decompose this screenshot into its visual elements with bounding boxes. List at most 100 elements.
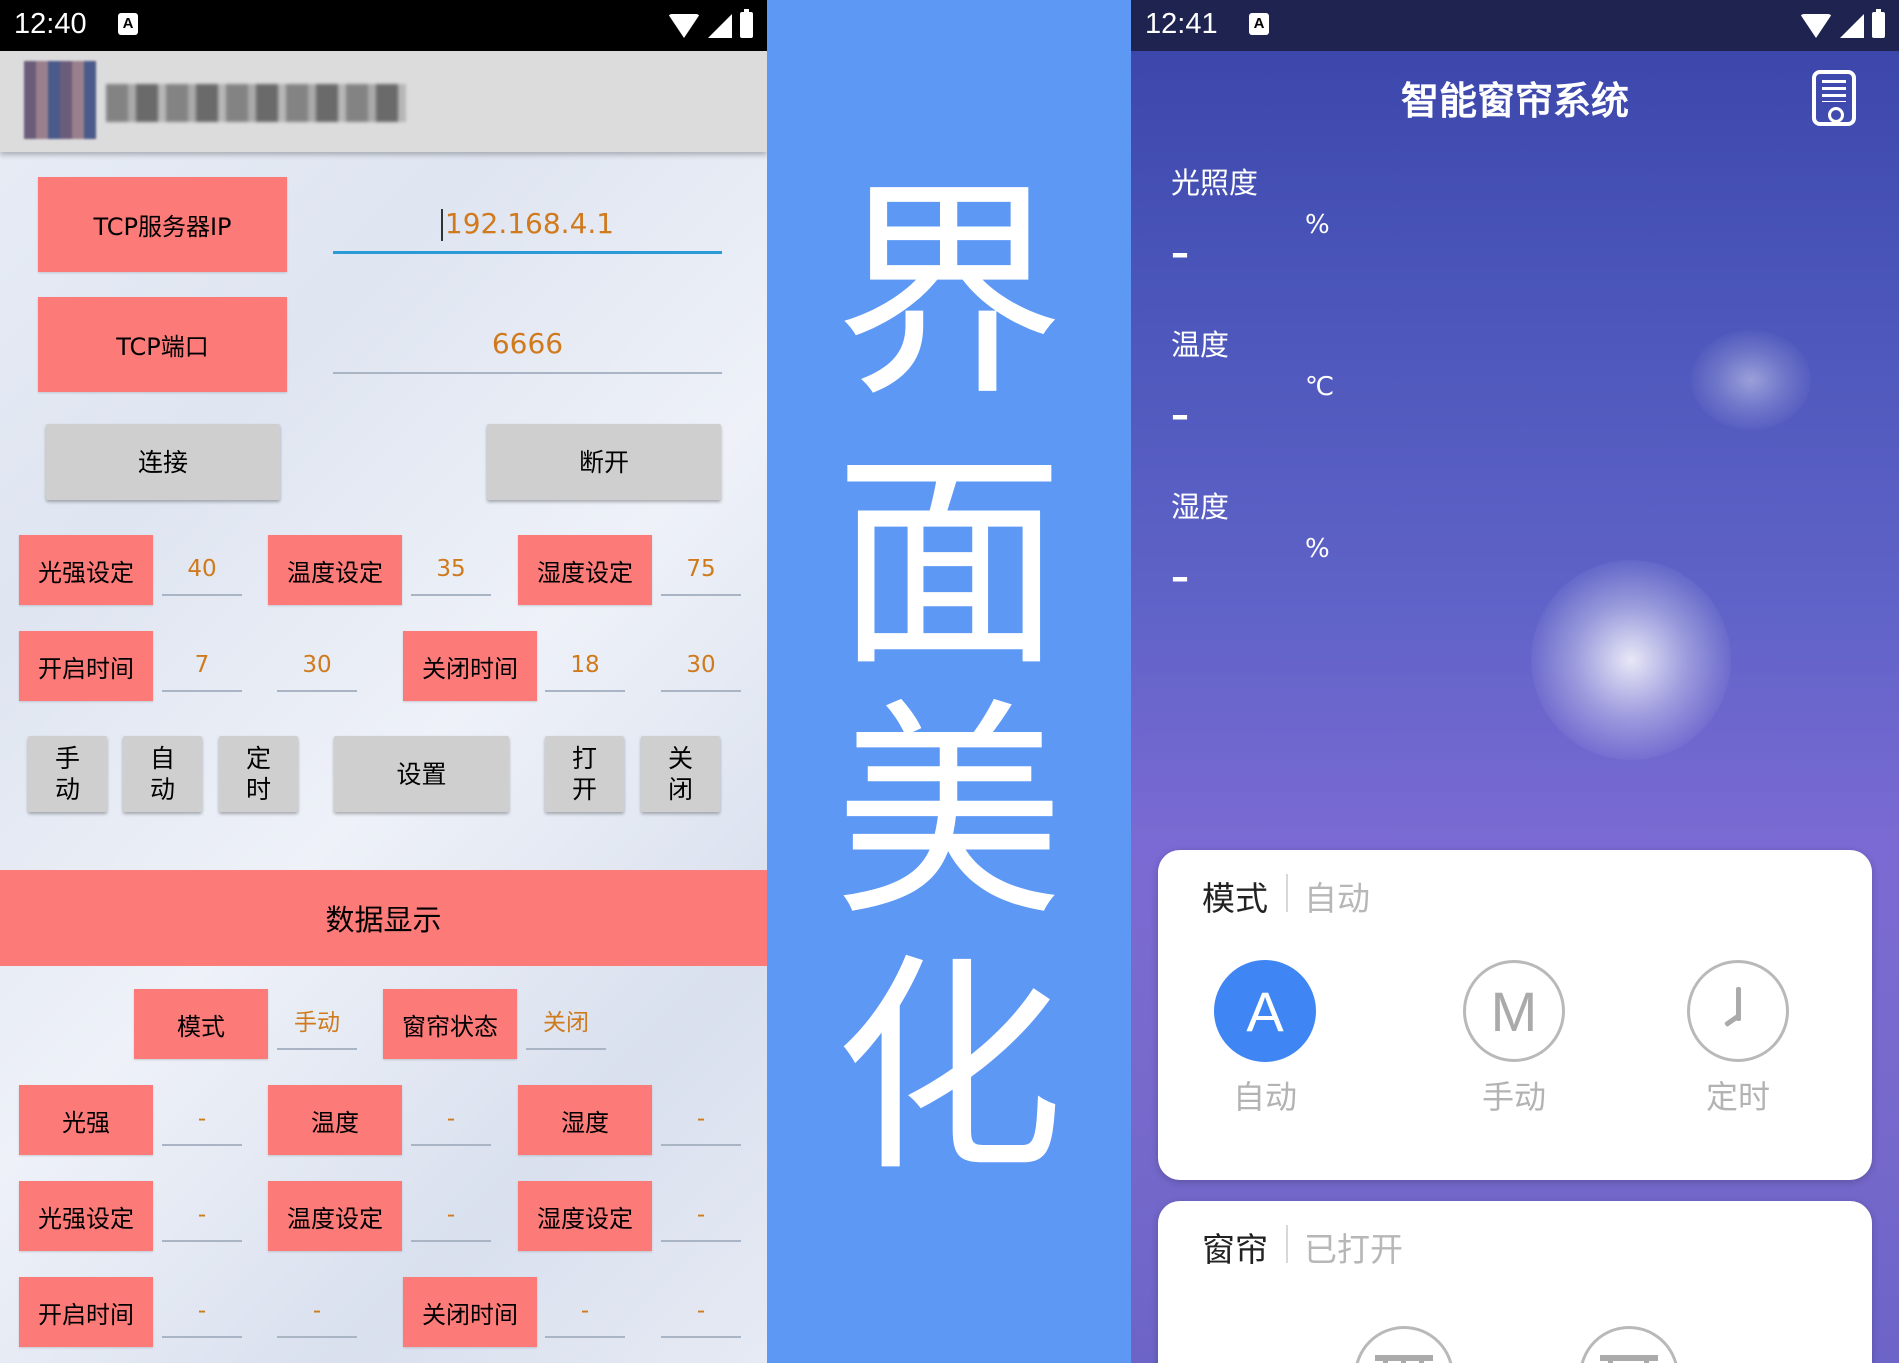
humidity-setting-display-value: -	[661, 1192, 741, 1242]
humidity-label: 湿度	[1171, 490, 1230, 524]
status-bar: 12:40 A	[0, 0, 767, 51]
notification-a-icon: A	[1249, 13, 1269, 35]
server-ip-label: TCP服务器IP	[38, 177, 287, 272]
temperature-value: –	[1171, 395, 1189, 436]
temp-setting-display-value: -	[411, 1192, 491, 1242]
manual-mode-button[interactable]: 手 动	[28, 736, 107, 812]
text-caret	[440, 209, 443, 241]
mode-value: 手动	[277, 1000, 357, 1050]
curtain-card-title: 窗帘	[1202, 1230, 1268, 1269]
humidity-unit: %	[1305, 534, 1330, 564]
light-setting-display-label: 光强设定	[19, 1181, 153, 1251]
status-time: 12:41	[1145, 8, 1218, 40]
open-minute-display: -	[277, 1288, 357, 1338]
close-minute-input[interactable]: 30	[661, 642, 741, 692]
right-phone-screen: 12:41 A 智能窗帘系统 光照度 % – 温度 ℃ – 湿度 % – 模式 …	[1131, 0, 1899, 1363]
light-display-label: 光强	[19, 1085, 153, 1155]
mode-card: 模式 自动 A 自动 M 手动 定时	[1158, 850, 1872, 1180]
open-hour-display: -	[162, 1288, 242, 1338]
signal-icon	[708, 14, 732, 38]
wifi-icon	[668, 14, 700, 38]
open-hour-input[interactable]: 7	[162, 642, 242, 692]
auto-a-icon: A	[1246, 979, 1284, 1043]
left-phone-screen: 12:40 A TCP服务器IP 192.168.4.1 TCP端口 6666 …	[0, 0, 767, 1363]
manual-m-icon: M	[1490, 979, 1538, 1043]
signal-icon	[1840, 14, 1864, 38]
divider	[1286, 1225, 1288, 1263]
humidity-display-value: -	[661, 1096, 741, 1146]
status-icons	[668, 9, 753, 38]
port-label: TCP端口	[38, 297, 287, 392]
banner-char-4: 化	[833, 936, 1064, 1203]
set-button[interactable]: 设置	[334, 736, 509, 812]
mode-label: 模式	[134, 989, 268, 1059]
timer-mode-button[interactable]: 定 时	[219, 736, 298, 812]
humidity-setting-input[interactable]: 75	[661, 546, 741, 596]
auto-mode-button[interactable]: 自 动	[123, 736, 202, 812]
server-ip-input[interactable]: 192.168.4.1	[333, 194, 722, 254]
beautification-banner: 界 面 美 化	[767, 0, 1131, 1363]
divider	[1286, 874, 1288, 912]
light-display-value: -	[162, 1096, 242, 1146]
app-bar	[0, 51, 767, 152]
temp-setting-display-label: 温度设定	[268, 1181, 402, 1251]
temp-display-value: -	[411, 1096, 491, 1146]
curtain-state-label: 窗帘状态	[383, 989, 517, 1059]
curtain-state-value: 关闭	[526, 1000, 606, 1050]
temperature-unit: ℃	[1305, 372, 1335, 402]
status-icons	[1800, 9, 1885, 38]
light-value: –	[1171, 233, 1189, 274]
app-title-blurred	[106, 84, 406, 122]
cloud-decoration	[1531, 560, 1731, 760]
close-hour-input[interactable]: 18	[545, 642, 625, 692]
temp-display-label: 温度	[268, 1085, 402, 1155]
mode-card-title: 模式	[1202, 879, 1268, 918]
timer-mode-label: 定时	[1705, 1078, 1770, 1116]
disconnect-button[interactable]: 断开	[487, 424, 721, 500]
battery-icon	[740, 9, 753, 38]
device-remote-icon[interactable]	[1812, 70, 1856, 126]
connect-button[interactable]: 连接	[46, 424, 280, 500]
status-bar: 12:41 A	[1131, 0, 1899, 51]
humidity-setting-display-label: 湿度设定	[518, 1181, 652, 1251]
close-time-display-label: 关闭时间	[403, 1277, 537, 1347]
humidity-display-label: 湿度	[518, 1085, 652, 1155]
humidity-value: –	[1171, 557, 1189, 598]
open-time-label: 开启时间	[19, 631, 153, 701]
temperature-label: 温度	[1171, 328, 1230, 362]
open-minute-input[interactable]: 30	[277, 642, 357, 692]
manual-mode-button[interactable]: M	[1463, 960, 1565, 1062]
close-hour-display: -	[545, 1288, 625, 1338]
timer-mode-button[interactable]	[1687, 960, 1789, 1062]
light-unit: %	[1305, 210, 1330, 240]
temp-setting-label: 温度设定	[268, 535, 402, 605]
curtain-card-status: 已打开	[1304, 1230, 1403, 1269]
curtain-open-button[interactable]	[1354, 1326, 1454, 1363]
notification-a-icon: A	[118, 13, 138, 35]
light-setting-input[interactable]: 40	[162, 546, 242, 596]
data-display-header: 数据显示	[0, 870, 767, 966]
app-icon-blurred	[24, 61, 96, 139]
status-time: 12:40	[14, 8, 87, 40]
wifi-icon	[1800, 14, 1832, 38]
humidity-setting-label: 湿度设定	[518, 535, 652, 605]
banner-char-3: 美	[833, 681, 1064, 948]
light-setting-display-value: -	[162, 1192, 242, 1242]
cloud-decoration	[1691, 330, 1811, 430]
auto-mode-button[interactable]: A	[1214, 960, 1316, 1062]
close-minute-display: -	[661, 1288, 741, 1338]
close-curtain-button[interactable]: 关 闭	[641, 736, 720, 812]
open-curtain-button[interactable]: 打 开	[545, 736, 624, 812]
open-time-display-label: 开启时间	[19, 1277, 153, 1347]
banner-char-2: 面	[833, 431, 1064, 698]
banner-char-1: 界	[833, 161, 1064, 428]
curtain-card: 窗帘 已打开	[1158, 1201, 1872, 1363]
server-ip-value: 192.168.4.1	[444, 207, 615, 240]
manual-mode-label: 手动	[1481, 1078, 1546, 1116]
light-setting-label: 光强设定	[19, 535, 153, 605]
close-time-label: 关闭时间	[403, 631, 537, 701]
port-input[interactable]: 6666	[333, 314, 722, 374]
auto-mode-label: 自动	[1232, 1078, 1297, 1116]
temp-setting-input[interactable]: 35	[411, 546, 491, 596]
curtain-close-button[interactable]	[1579, 1326, 1679, 1363]
